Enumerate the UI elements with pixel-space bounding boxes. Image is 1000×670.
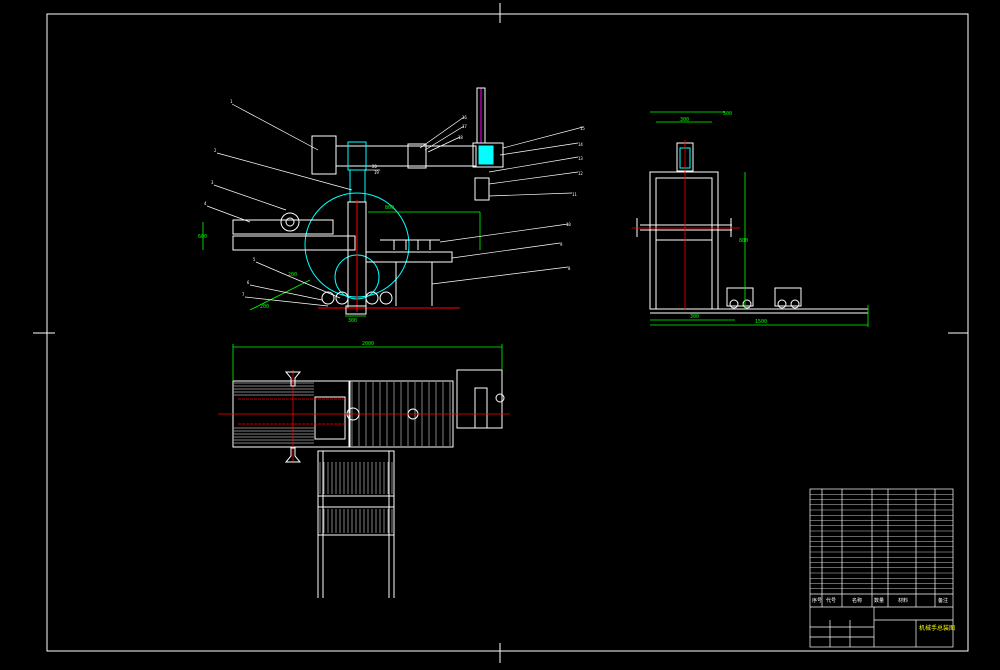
balloon-number: 9 (560, 242, 563, 247)
balloon-number: 18 (458, 135, 463, 140)
balloon-number: 8 (568, 266, 571, 271)
footer-label: 名称 (852, 597, 862, 604)
footer-label: 材料 (898, 597, 908, 604)
top-dim-labels: 2000 (362, 341, 374, 347)
balloon-number: 13 (578, 156, 583, 161)
balloon-number: 11 (572, 192, 577, 197)
drawing-sheet: 800 600 300 200 200 1 2 3 4 5 6 7 8 9 10… (33, 3, 969, 663)
top-view: 2000 (218, 341, 510, 598)
balloon-number: 12 (578, 171, 583, 176)
drawing-title: 机械手总装图 (919, 624, 955, 632)
side-view: 500 300 800 300 1500 (632, 111, 869, 327)
sheet-border (33, 3, 969, 663)
balloon-number: 20 (372, 164, 377, 169)
dim-label: 200 (260, 304, 269, 310)
top-structure (232, 369, 505, 598)
title-block-rows (810, 494, 953, 589)
footer-label: 数量 (874, 597, 884, 604)
balloon-number: 15 (580, 126, 585, 131)
footer-label: 序号 (812, 597, 822, 604)
balloon-number: 19 (374, 170, 379, 175)
dim-label: 2000 (362, 341, 374, 347)
top-rails (218, 370, 510, 462)
balloon-number: 17 (462, 124, 467, 129)
front-dimensions (202, 211, 481, 317)
balloon-number: 7 (242, 292, 245, 297)
balloon-number: 16 (462, 115, 467, 120)
title-block-grid (809, 488, 954, 648)
balloon-number: 5 (253, 257, 256, 262)
top-dimensions (232, 344, 503, 381)
balloon-number: 3 (211, 180, 214, 185)
dim-label: 300 (680, 117, 689, 123)
dim-label: 800 (385, 205, 394, 211)
dim-label: 800 (739, 238, 748, 244)
title-block: 序号 代号 名称 数量 材料 备注 机械手总装图 (809, 488, 955, 648)
title-block-footer: 序号 代号 名称 数量 材料 备注 (812, 597, 948, 604)
top-hatching (234, 382, 451, 533)
dim-label: 1500 (755, 319, 767, 325)
cad-drawing-canvas: 800 600 300 200 200 1 2 3 4 5 6 7 8 9 10… (0, 0, 1000, 666)
dim-label: 500 (723, 111, 732, 117)
dim-label: 300 (690, 314, 699, 320)
footer-label: 代号 (826, 597, 836, 604)
balloon-number: 1 (230, 99, 233, 104)
dim-label: 600 (198, 234, 207, 240)
balloon-number: 6 (247, 280, 250, 285)
balloon-number: 4 (204, 201, 207, 206)
balloon-number: 10 (566, 222, 571, 227)
front-balloon-numbers: 1 2 3 4 5 6 7 8 9 10 11 12 13 14 15 16 1… (204, 99, 585, 297)
footer-label: 备注 (938, 597, 948, 604)
side-dimensions (650, 111, 869, 327)
balloon-number: 2 (214, 148, 217, 153)
dim-label: 300 (348, 318, 357, 324)
dim-label: 200 (288, 272, 297, 278)
front-view: 800 600 300 200 200 1 2 3 4 5 6 7 8 9 10… (198, 87, 585, 324)
front-leaders (206, 103, 584, 307)
balloon-number: 14 (578, 142, 583, 147)
